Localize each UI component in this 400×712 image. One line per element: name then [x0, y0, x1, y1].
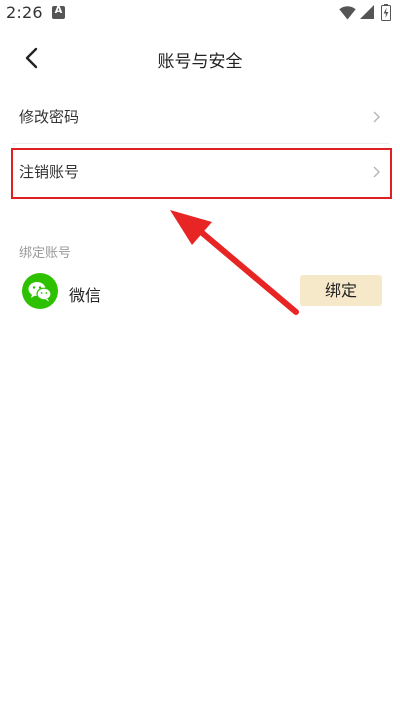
page-title: 账号与安全	[157, 52, 243, 72]
menu-item-label: 修改密码	[19, 108, 80, 126]
bind-wechat-button[interactable]: 绑定	[300, 275, 382, 306]
wechat-label: 微信	[69, 286, 102, 305]
signal-icon	[360, 5, 374, 19]
menu-item-change-password[interactable]: 修改密码	[0, 89, 400, 143]
wechat-icon	[22, 273, 58, 309]
chevron-right-icon	[373, 111, 380, 123]
battery-icon	[381, 4, 391, 21]
status-bar: 2:26	[0, 0, 400, 28]
notification-a-icon	[52, 5, 65, 19]
status-time: 2:26	[6, 3, 43, 22]
header: 账号与安全	[0, 28, 400, 88]
account-security-screen: 2:26 账号与安全 修改密码 注销账号 绑	[0, 0, 400, 712]
bind-row-wechat: 微信 绑定	[0, 270, 400, 314]
highlight-box	[11, 148, 392, 199]
section-label-bind-accounts: 绑定账号	[19, 246, 72, 261]
wifi-icon	[339, 6, 356, 20]
